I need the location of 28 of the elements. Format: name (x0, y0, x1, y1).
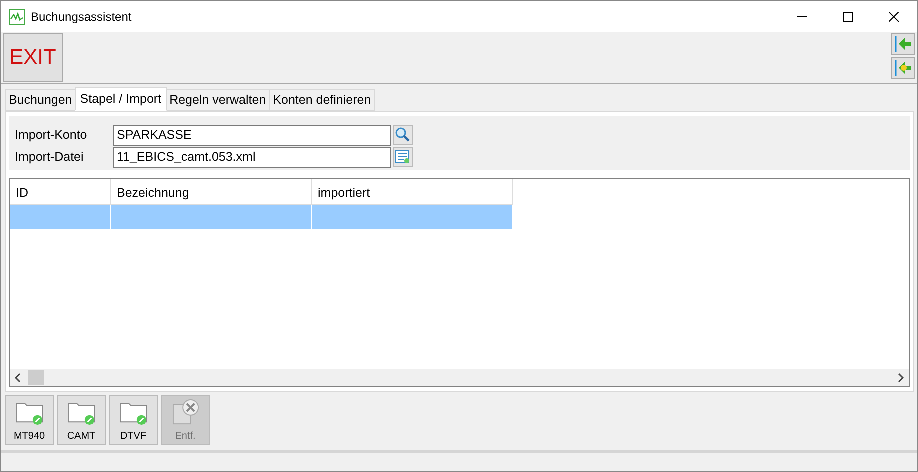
app-icon (9, 8, 25, 24)
tab[interactable]: Konten definieren (269, 89, 376, 111)
import-button[interactable] (891, 57, 915, 79)
field-label: Import-Konto (15, 126, 88, 144)
browse-button[interactable] (393, 147, 413, 167)
delete-icon (170, 399, 200, 426)
maximize-icon (843, 12, 853, 22)
search-button[interactable] (393, 125, 413, 145)
file-icon (395, 149, 411, 165)
arrow-icon (893, 58, 913, 78)
import-button[interactable]: DTVF (109, 395, 158, 445)
tab[interactable]: Regeln verwalten (166, 89, 270, 111)
exit-button[interactable]: EXIT (3, 33, 63, 82)
search-icon (395, 127, 411, 143)
input-field[interactable]: 11_EBICS_camt.053.xml (113, 146, 391, 168)
scroll-right-icon (897, 372, 905, 382)
import-button[interactable]: MT940 (5, 395, 54, 445)
tab[interactable]: Stapel / Import (75, 87, 167, 111)
window-title: Buchungsassistent (31, 8, 132, 26)
field-label: Import-Datei (15, 148, 85, 166)
scroll-left-icon (14, 372, 22, 382)
import-button[interactable]: CAMT (57, 395, 106, 445)
scroll-thumb[interactable] (28, 370, 44, 385)
tab[interactable]: Buchungen (5, 89, 76, 111)
input-field[interactable]: SPARKASSE (113, 124, 391, 146)
arrow-icon (893, 34, 913, 54)
back-button[interactable] (891, 33, 915, 55)
close-icon (889, 12, 899, 22)
